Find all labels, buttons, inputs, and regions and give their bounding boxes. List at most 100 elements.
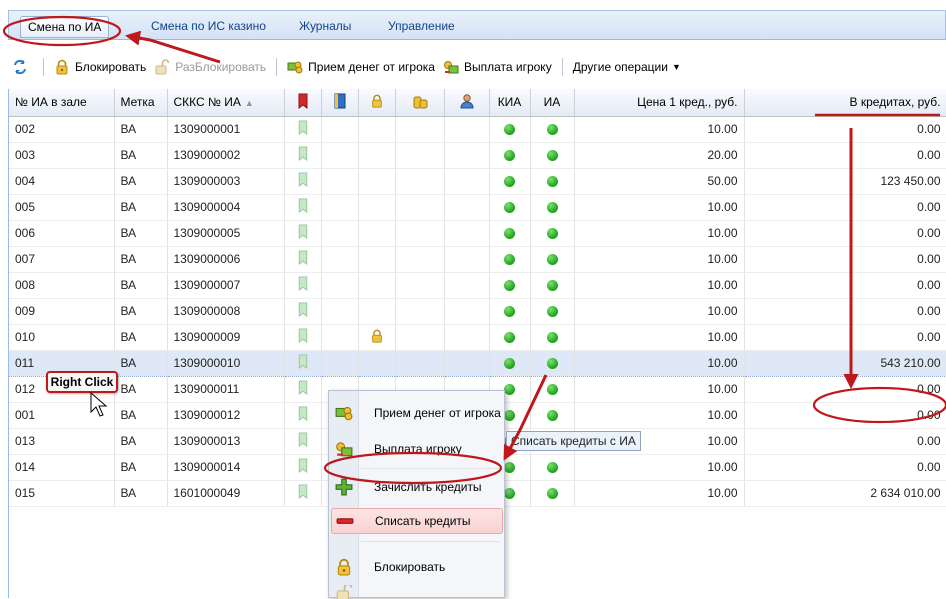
cell-book	[321, 142, 359, 169]
cell-number: 003	[9, 142, 115, 169]
cell-skks: 1601000049	[167, 480, 285, 507]
accept-money-button[interactable]: Прием денег от игрока	[283, 56, 439, 78]
cell-user	[444, 116, 490, 143]
menu-item-write-off-credits[interactable]: Списать кредиты	[331, 508, 503, 534]
cell-skks: 1309000002	[167, 142, 285, 169]
status-dot-icon	[504, 148, 515, 162]
col-header-skks[interactable]: СККС № ИА ▲	[167, 89, 285, 117]
table-row[interactable]: 011 ВА 1309000010 10.00 543 210.00	[9, 349, 946, 377]
user-icon	[459, 94, 475, 112]
payout-icon	[443, 59, 459, 75]
menu-item-payout[interactable]: Выплата игроку	[329, 431, 506, 467]
cell-number: 008	[9, 272, 115, 299]
context-menu: Прием денег от игрока Выплата игроку Зач…	[328, 390, 506, 599]
cell-book	[321, 246, 359, 273]
cell-mark: ВА	[114, 246, 168, 273]
block-button[interactable]: Блокировать	[50, 56, 150, 78]
cell-kia	[489, 246, 531, 273]
cell-user	[444, 324, 490, 351]
other-operations-menu[interactable]: Другие операции ▼	[569, 56, 685, 78]
refresh-button[interactable]	[8, 56, 37, 78]
cell-credits: 123 450.00	[744, 168, 946, 195]
cell-number: 015	[9, 480, 115, 507]
status-dot-icon	[504, 356, 515, 370]
cell-book	[321, 324, 359, 351]
lock-icon	[54, 59, 70, 75]
cell-mark: ВА	[114, 402, 168, 429]
cell-credits: 2 634 010.00	[744, 480, 946, 507]
table-row[interactable]: 006 ВА 1309000005 10.00 0.00	[9, 220, 946, 247]
payout-label: Выплата игроку	[463, 60, 552, 74]
col-header-bookmark[interactable]	[284, 89, 322, 117]
table-row[interactable]: 005 ВА 1309000004 10.00 0.00	[9, 194, 946, 221]
bookmark-icon	[298, 276, 308, 294]
cell-number: 005	[9, 194, 115, 221]
unlock-icon	[335, 585, 353, 599]
cell-bookmark	[284, 246, 322, 273]
col-header-number[interactable]: № ИА в зале	[9, 89, 115, 117]
tab-shift-by-machine[interactable]: Смена по ИА	[20, 16, 110, 38]
col-header-user[interactable]	[444, 89, 490, 117]
table-row[interactable]: 004 ВА 1309000003 50.00 123 450.00	[9, 168, 946, 195]
menu-item-accept-money[interactable]: Прием денег от игрока	[329, 395, 506, 431]
cell-coins	[395, 116, 445, 143]
col-header-credits[interactable]: В кредитах, руб.	[744, 89, 946, 117]
cell-price: 10.00	[574, 480, 745, 507]
status-dot-icon	[546, 382, 558, 396]
col-header-kia[interactable]: КИА	[489, 89, 531, 117]
table-row[interactable]: 002 ВА 1309000001 10.00 0.00	[9, 116, 946, 143]
status-dot-icon	[504, 174, 515, 188]
unblock-button[interactable]: РазБлокировать	[150, 56, 270, 78]
cell-user	[444, 298, 490, 325]
cell-lock	[358, 272, 396, 299]
bookmark-icon	[298, 172, 308, 190]
status-dot-icon	[546, 460, 558, 474]
block-label: Блокировать	[75, 60, 147, 74]
table-row[interactable]: 007 ВА 1309000006 10.00 0.00	[9, 246, 946, 273]
payout-button[interactable]: Выплата игроку	[439, 56, 556, 78]
status-dot-icon	[546, 408, 558, 422]
unblock-label: РазБлокировать	[175, 60, 267, 74]
menu-item-block[interactable]: Блокировать	[329, 549, 506, 585]
cell-skks: 1309000011	[167, 376, 285, 403]
other-operations-label: Другие операции	[572, 60, 668, 74]
cell-mark: ВА	[114, 168, 168, 195]
cell-price: 10.00	[574, 376, 745, 403]
menu-item-add-credits[interactable]: Зачислить кредиты	[329, 469, 506, 505]
cell-skks: 1309000007	[167, 272, 285, 299]
cell-lock	[358, 142, 396, 169]
cell-ia	[530, 402, 575, 429]
tab-management[interactable]: Управление	[381, 16, 462, 38]
tab-journals[interactable]: Журналы	[292, 16, 358, 38]
menu-item-unblock-partial[interactable]	[329, 585, 506, 599]
col-header-mark[interactable]: Метка	[114, 89, 168, 117]
cell-price: 10.00	[574, 298, 745, 325]
cell-skks: 1309000010	[167, 349, 285, 377]
cell-bookmark	[284, 168, 322, 195]
cell-ia	[530, 272, 575, 299]
table-row[interactable]: 008 ВА 1309000007 10.00 0.00	[9, 272, 946, 299]
cell-price: 10.00	[574, 194, 745, 221]
status-dot-icon	[504, 122, 515, 136]
cell-coins	[395, 272, 445, 299]
table-row[interactable]: 003 ВА 1309000002 20.00 0.00	[9, 142, 946, 169]
cell-number: 009	[9, 298, 115, 325]
col-header-lock[interactable]	[358, 89, 396, 117]
table-row[interactable]: 009 ВА 1309000008 10.00 0.00	[9, 298, 946, 325]
col-header-price[interactable]: Цена 1 кред., руб.	[574, 89, 745, 117]
table-header-row: № ИА в зале Метка СККС № ИА ▲ КИА ИА Цен…	[9, 89, 946, 117]
status-dot-icon	[504, 330, 515, 344]
cell-kia	[489, 168, 531, 195]
cell-ia	[530, 349, 575, 377]
plus-icon	[335, 478, 353, 496]
status-dot-icon	[504, 278, 515, 292]
col-header-coins[interactable]	[395, 89, 445, 117]
cell-credits: 0.00	[744, 246, 946, 273]
cell-skks: 1309000001	[167, 116, 285, 143]
table-row[interactable]: 010 ВА 1309000009 10.00 0.00	[9, 324, 946, 351]
cell-lock	[358, 194, 396, 221]
col-header-book[interactable]	[321, 89, 359, 117]
col-header-ia[interactable]: ИА	[530, 89, 575, 117]
tab-bar: Смена по ИА Смена по ИС казино Журналы У…	[8, 10, 946, 40]
tab-shift-by-casino[interactable]: Смена по ИС казино	[144, 16, 273, 38]
